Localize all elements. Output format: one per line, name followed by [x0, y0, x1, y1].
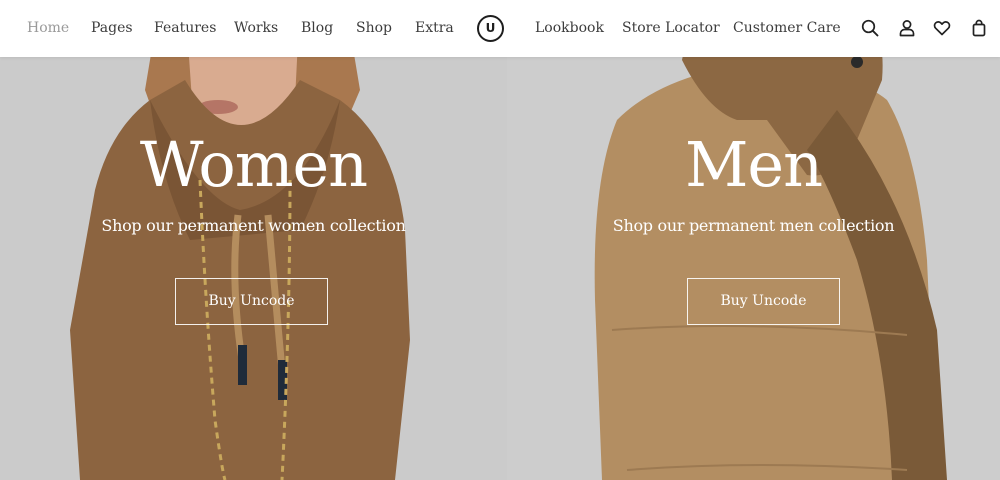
- nav-works[interactable]: Works: [234, 0, 278, 57]
- nav-customer-care[interactable]: Customer Care: [733, 0, 841, 57]
- nav-shop[interactable]: Shop: [356, 0, 392, 57]
- men-subtitle: Shop our permanent men collection: [612, 216, 895, 235]
- women-title: Women: [139, 128, 368, 201]
- site-header: Home Pages Features Works Blog Shop Extr…: [0, 0, 1000, 57]
- nav-home[interactable]: Home: [27, 0, 69, 57]
- search-icon[interactable]: [860, 18, 880, 38]
- user-icon[interactable]: [897, 18, 917, 38]
- women-panel[interactable]: Women Shop our permanent women collectio…: [0, 0, 507, 480]
- women-subtitle: Shop our permanent women collection: [101, 216, 406, 235]
- men-photo: [507, 0, 1000, 480]
- women-photo: [0, 0, 507, 480]
- men-panel[interactable]: Men Shop our permanent men collection Bu…: [507, 0, 1000, 480]
- bag-icon[interactable]: [969, 18, 989, 38]
- men-title: Men: [684, 128, 823, 201]
- nav-lookbook[interactable]: Lookbook: [535, 0, 604, 57]
- nav-store-locator[interactable]: Store Locator: [622, 0, 720, 57]
- nav-features[interactable]: Features: [154, 0, 216, 57]
- nav-blog[interactable]: Blog: [301, 0, 333, 57]
- heart-icon[interactable]: [932, 18, 952, 38]
- nav-pages[interactable]: Pages: [91, 0, 133, 57]
- men-buy-button[interactable]: Buy Uncode: [687, 278, 840, 325]
- logo[interactable]: U: [477, 15, 504, 42]
- women-buy-button[interactable]: Buy Uncode: [175, 278, 328, 325]
- nav-extra[interactable]: Extra: [415, 0, 454, 57]
